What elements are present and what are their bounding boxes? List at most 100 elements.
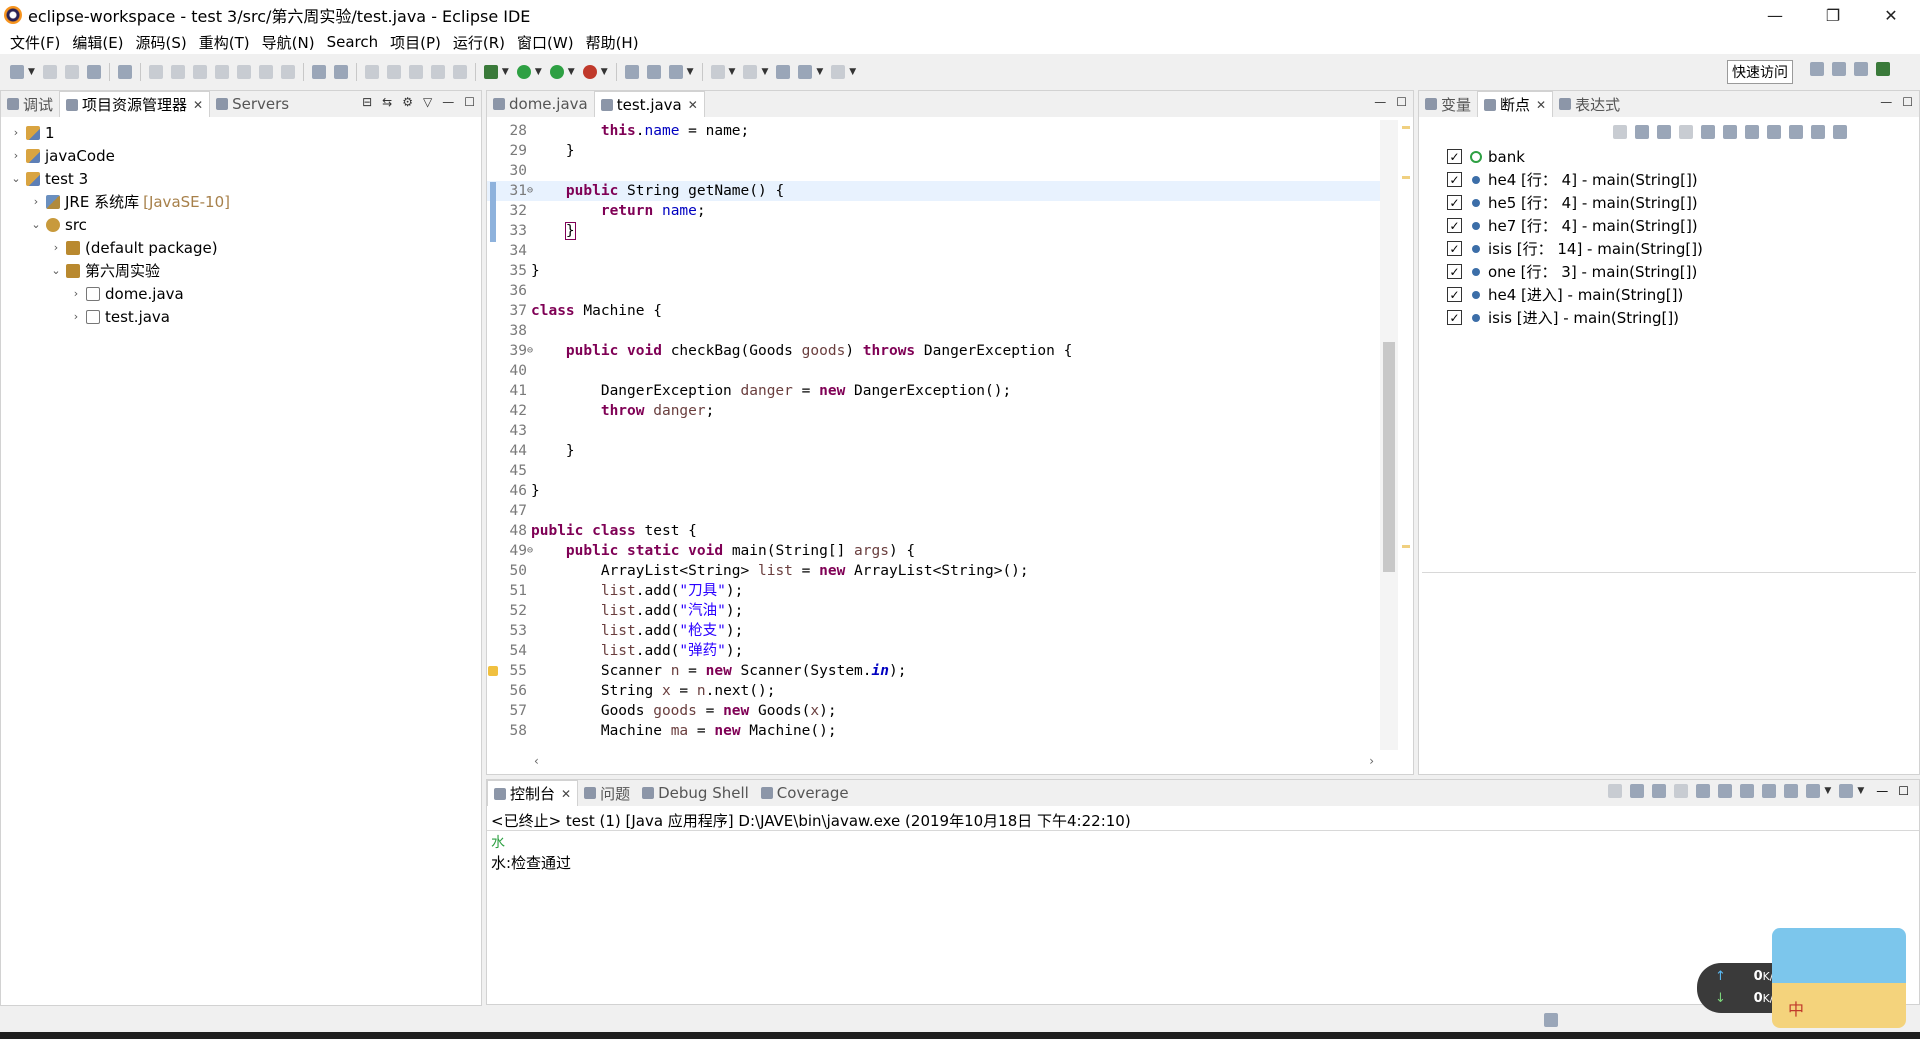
remove-breakpoint-icon[interactable] [1613,125,1627,139]
menu-source[interactable]: 源码(S) [130,32,193,53]
terminate-icon[interactable] [192,65,207,79]
minimize-view-icon[interactable]: — [1374,95,1386,109]
menu-edit[interactable]: 编辑(E) [66,32,129,53]
block-selection-icon[interactable] [430,65,445,79]
tab-test-java[interactable]: test.java ✕ [593,91,705,117]
prev-annotation-icon[interactable] [743,65,758,79]
next-annotation-icon[interactable] [710,65,725,79]
code-line[interactable]: 33 } [487,221,1387,241]
tree-item[interactable]: › JRE 系统库 [JavaSE-10] [1,190,481,213]
open-console-icon[interactable] [1839,784,1854,798]
chevron-down-icon[interactable]: ⌄ [49,264,63,277]
code-line[interactable]: 58 Machine ma = new Machine(); [487,721,1387,741]
forward-dropdown-icon[interactable]: ▼ [849,67,856,77]
go-to-file-icon[interactable] [1679,125,1693,139]
tab-debug-shell[interactable]: Debug Shell [636,780,755,806]
breakpoint-checkbox[interactable]: ✓ [1447,241,1462,256]
tree-item[interactable]: ⌄ src [1,213,481,236]
code-line[interactable]: 45 [487,461,1387,481]
breakpoint-checkbox[interactable]: ✓ [1447,287,1462,302]
pin-console-icon[interactable] [1784,784,1799,798]
filters-icon[interactable]: ⚙ [402,95,413,109]
view-menu-icon[interactable] [1833,125,1847,139]
external-tools-icon[interactable] [582,65,597,79]
breakpoint-checkbox[interactable]: ✓ [1447,195,1462,210]
tree-item[interactable]: › test.java [1,305,481,328]
brush-dropdown-icon[interactable]: ▼ [687,67,694,77]
overview-ruler[interactable] [1400,120,1412,750]
step-return-icon[interactable] [280,65,295,79]
step-over-icon[interactable] [258,65,273,79]
chevron-down-icon[interactable]: ⌄ [29,218,43,231]
code-line[interactable]: 56 String x = n.next(); [487,681,1387,701]
menu-help[interactable]: 帮助(H) [580,32,645,53]
breakpoint-item[interactable]: ✓ he4 [进入] - main(String[]) [1447,283,1703,306]
overview-marker[interactable] [1402,126,1410,129]
tab-coverage[interactable]: Coverage [755,780,855,806]
brush-icon[interactable] [668,65,683,79]
menu-refactor[interactable]: 重构(T) [193,32,256,53]
code-line[interactable]: 57 Goods goods = new Goods(x); [487,701,1387,721]
code-line[interactable]: 28 this.name = name; [487,121,1387,141]
remove-all-terminated-icon[interactable] [1652,784,1667,798]
next-annotation-dropdown-icon[interactable]: ▼ [729,67,736,77]
quick-access-field[interactable]: 快速访问 [1727,60,1793,84]
breakpoint-item[interactable]: ✓ he7 [行： 4] - main(String[]) [1447,214,1703,237]
chevron-right-icon[interactable]: › [69,287,83,300]
menu-file[interactable]: 文件(F) [4,32,66,53]
disconnect-icon[interactable] [214,65,229,79]
new-java-project-icon[interactable] [624,65,639,79]
minimize-view-icon[interactable]: — [1876,784,1888,798]
maximize-view-icon[interactable]: ☐ [464,95,475,109]
minimize-button[interactable]: — [1746,0,1804,30]
code-line[interactable]: 50 ArrayList<String> list = new ArrayLis… [487,561,1387,581]
code-line[interactable]: 54 list.add("弹药"); [487,641,1387,661]
show-whitespace-icon[interactable] [452,65,467,79]
close-tab-icon[interactable]: ✕ [1536,98,1546,112]
code-line[interactable]: 44 } [487,441,1387,461]
tree-item[interactable]: ⌄ test 3 [1,167,481,190]
forward-icon[interactable] [831,65,846,79]
open-perspective-icon[interactable] [1810,62,1824,76]
code-area[interactable]: 28 this.name = name; 29 } 30 31 ⊖ public Str… [487,121,1387,741]
maximize-view-icon[interactable]: ☐ [1898,784,1909,798]
open-type-icon[interactable] [364,65,379,79]
java-ee-perspective-icon[interactable] [1832,62,1846,76]
remove-all-breakpoints-icon[interactable] [1635,125,1649,139]
show-supported-breakpoints-icon[interactable] [1657,125,1671,139]
breakpoint-item[interactable]: ✓ he5 [行： 4] - main(String[]) [1447,191,1703,214]
close-tab-icon[interactable]: ✕ [561,787,571,801]
code-line[interactable]: 40 [487,361,1387,381]
chevron-right-icon[interactable]: › [69,310,83,323]
code-line[interactable]: 53 list.add("枪支"); [487,621,1387,641]
display-selected-console-icon[interactable] [1806,784,1821,798]
display-console-dropdown-icon[interactable]: ▼ [1824,786,1831,796]
code-line[interactable]: 35} [487,261,1387,281]
code-line[interactable]: 31 ⊖ public String getName() { [487,181,1387,201]
code-line[interactable]: 38 [487,321,1387,341]
breakpoint-item[interactable]: ✓ one [行： 3] - main(String[]) [1447,260,1703,283]
last-edit-icon[interactable] [776,65,791,79]
code-line[interactable]: 37 class Machine { [487,301,1387,321]
tree-item[interactable]: › javaCode [1,144,481,167]
toggle-mark-icon[interactable] [408,65,423,79]
back-icon[interactable] [798,65,813,79]
code-line[interactable]: 51 list.add("刀具"); [487,581,1387,601]
breakpoint-item[interactable]: ✓ he4 [行： 4] - main(String[]) [1447,168,1703,191]
status-indicator-icon[interactable] [1544,1013,1558,1027]
code-line[interactable]: 55 Scanner n = new Scanner(System.in); [487,661,1387,681]
breakpoint-checkbox[interactable]: ✓ [1447,264,1462,279]
word-wrap-icon[interactable] [1718,784,1733,798]
new-icon[interactable] [10,65,24,79]
close-tab-icon[interactable]: ✕ [193,98,203,112]
remove-launch-icon[interactable] [1630,784,1645,798]
coverage-icon[interactable] [549,65,564,79]
search-icon[interactable] [386,65,401,79]
overview-marker[interactable] [1402,176,1410,179]
chevron-down-icon[interactable]: ⌄ [9,172,23,185]
debug-perspective-icon[interactable] [1876,62,1890,76]
debug-dropdown-icon[interactable]: ▼ [502,67,509,77]
code-line[interactable]: 52 list.add("汽油"); [487,601,1387,621]
import-breakpoints-icon[interactable] [1811,125,1825,139]
breakpoint-item[interactable]: ✓ bank [1447,145,1703,168]
